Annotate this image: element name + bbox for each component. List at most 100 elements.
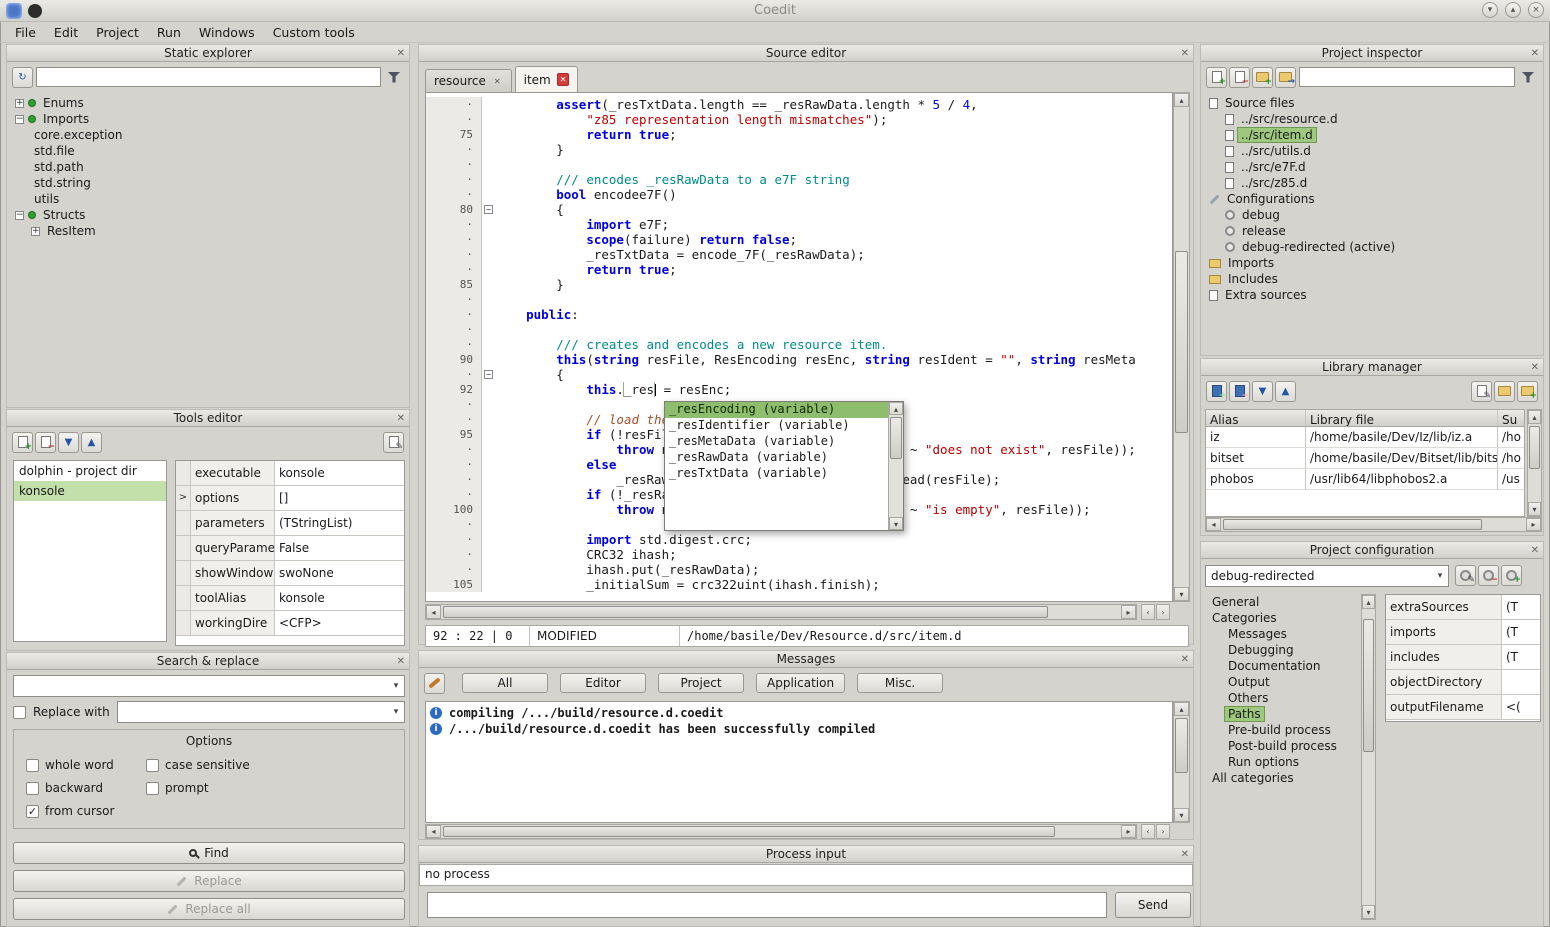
edit-config-icon[interactable]: ✎ xyxy=(1455,565,1476,586)
code-line[interactable]: · xyxy=(426,157,1172,172)
project-tree-item[interactable]: Configurations xyxy=(1205,191,1539,207)
property-value[interactable]: konsole xyxy=(275,461,404,485)
code-line[interactable]: · } xyxy=(426,142,1172,157)
config-category-item[interactable]: Documentation xyxy=(1205,658,1359,674)
scroll-down-icon[interactable]: ▾ xyxy=(889,517,903,530)
message-row[interactable]: icompiling /.../build/resource.d.coedit xyxy=(426,705,1172,721)
move-down-icon[interactable]: ▼ xyxy=(58,432,79,453)
project-tree-item[interactable]: ../src/item.d xyxy=(1205,127,1539,143)
add-source-file-icon[interactable]: + xyxy=(1206,67,1227,88)
filter-application[interactable]: Application xyxy=(756,673,845,693)
property-row[interactable]: includes(T xyxy=(1386,645,1540,670)
property-row[interactable]: objectDirectory xyxy=(1386,670,1540,695)
process-input-header[interactable]: Process input ✕ xyxy=(419,846,1193,863)
checked-checkbox-icon[interactable]: ✓ xyxy=(26,805,39,818)
filter-icon[interactable] xyxy=(1518,67,1538,87)
property-value[interactable]: False xyxy=(275,536,404,560)
scrollbar-thumb[interactable] xyxy=(1223,519,1482,530)
remove-config-icon[interactable]: − xyxy=(1478,565,1499,586)
code-line[interactable]: 80− { xyxy=(426,202,1172,217)
messages-vertical-scrollbar[interactable]: ▴ ▾ xyxy=(1173,701,1190,823)
config-selector[interactable]: debug-redirected ▾ xyxy=(1205,565,1449,587)
property-value[interactable]: (T xyxy=(1502,620,1540,644)
code-line[interactable]: · CRC32 ihash; xyxy=(426,547,1172,562)
close-panel-icon[interactable]: ✕ xyxy=(1531,543,1539,559)
message-row[interactable]: i/.../build/resource.d.coedit has been s… xyxy=(426,721,1172,737)
project-filter-input[interactable] xyxy=(1299,67,1515,87)
config-vertical-scrollbar[interactable]: ▴ ▾ xyxy=(1361,594,1376,920)
shade-window-icon[interactable]: ▾ xyxy=(1482,2,1498,18)
scrollbar-thumb[interactable] xyxy=(1363,619,1374,752)
code-line[interactable]: · public: xyxy=(426,307,1172,322)
scroll-tabs-right-icon[interactable]: › xyxy=(1156,604,1170,620)
completion-item[interactable]: _resIdentifier (variable) xyxy=(665,418,888,434)
replace-with-checkbox[interactable] xyxy=(13,706,26,719)
library-row[interactable]: phobos/usr/lib64/libphobos2.a/us xyxy=(1206,469,1524,490)
close-tab-icon[interactable]: ✕ xyxy=(492,76,503,87)
find-button[interactable]: Find xyxy=(13,842,405,864)
menu-custom-tools[interactable]: Custom tools xyxy=(264,23,364,42)
property-value[interactable]: <CFP> xyxy=(275,611,404,635)
fold-collapse-icon[interactable]: − xyxy=(484,370,493,379)
option-from-cursor[interactable]: ✓from cursor xyxy=(26,804,146,818)
scroll-down-icon[interactable]: ▾ xyxy=(1174,808,1189,822)
replace-button[interactable]: Replace xyxy=(13,870,405,892)
config-category-item[interactable]: Output xyxy=(1205,674,1359,690)
static-explorer-header[interactable]: Static explorer ✕ xyxy=(7,45,409,62)
config-category-item[interactable]: Post-build process xyxy=(1205,738,1359,754)
remove-tool-icon[interactable]: − xyxy=(35,432,56,453)
library-horizontal-scrollbar[interactable]: ◂ ▸ xyxy=(1205,517,1542,532)
fold-margin[interactable]: − xyxy=(482,202,496,217)
completion-item[interactable]: _resEncoding (variable) xyxy=(665,402,888,418)
messages-horizontal-scrollbar[interactable]: ◂ ▸ xyxy=(425,824,1137,839)
project-inspector-header[interactable]: Project inspector ✕ xyxy=(1201,45,1543,62)
code-line[interactable]: 75 return true; xyxy=(426,127,1172,142)
scrollbar-thumb[interactable] xyxy=(443,606,1048,618)
column-header-alias[interactable]: Alias xyxy=(1206,410,1306,426)
scrollbar-thumb[interactable] xyxy=(443,826,1055,837)
code-line[interactable]: · import e7F; xyxy=(426,217,1172,232)
library-manager-header[interactable]: Library manager ✕ xyxy=(1201,359,1543,376)
config-category-item[interactable]: Pre-build process xyxy=(1205,722,1359,738)
scroll-right-icon[interactable]: ▸ xyxy=(1121,605,1136,619)
remove-library-icon[interactable]: − xyxy=(1229,381,1250,402)
library-row[interactable]: bitset/home/basile/Dev/Bitset/lib/bitse/… xyxy=(1206,448,1524,469)
scroll-right-icon[interactable]: ▸ xyxy=(1121,825,1136,838)
close-panel-icon[interactable]: ✕ xyxy=(397,46,405,62)
scroll-down-icon[interactable]: ▾ xyxy=(1174,587,1189,601)
collapse-icon[interactable]: − xyxy=(15,115,24,124)
option-case-sensitive[interactable]: case sensitive xyxy=(146,758,392,772)
completion-item[interactable]: _resRawData (variable) xyxy=(665,450,888,466)
filter-editor[interactable]: Editor xyxy=(560,673,646,693)
code-line[interactable]: · xyxy=(426,322,1172,337)
config-category-item[interactable]: Paths xyxy=(1205,706,1359,722)
column-header-library-file[interactable]: Library file xyxy=(1306,410,1498,426)
scroll-right-icon[interactable]: › xyxy=(1156,824,1170,839)
move-down-icon[interactable]: ▼ xyxy=(1252,381,1273,402)
process-command-input[interactable] xyxy=(427,892,1107,918)
scrollbar-thumb[interactable] xyxy=(1529,426,1540,469)
symbol-tree-item[interactable]: utils xyxy=(11,191,405,207)
project-tree-item[interactable]: ../src/e7F.d xyxy=(1205,159,1539,175)
scrollbar-thumb[interactable] xyxy=(1175,251,1188,433)
scrollbar-thumb[interactable] xyxy=(890,417,902,459)
tools-editor-header[interactable]: Tools editor ✕ xyxy=(7,410,409,427)
property-value[interactable]: <( xyxy=(1502,695,1540,719)
config-category-item[interactable]: Debugging xyxy=(1205,642,1359,658)
library-vertical-scrollbar[interactable]: ▴ ▾ xyxy=(1527,409,1542,517)
scroll-tabs-left-icon[interactable]: ‹ xyxy=(1141,604,1155,620)
replace-all-button[interactable]: Replace all xyxy=(13,898,405,920)
titlebar[interactable]: Coedit ▾▴× xyxy=(0,0,1550,22)
messages-header[interactable]: Messages ✕ xyxy=(419,651,1193,668)
property-row[interactable]: >options[] xyxy=(176,486,404,511)
add-folder-icon[interactable]: + xyxy=(1252,67,1273,88)
property-value[interactable]: (TStringList) xyxy=(275,511,404,535)
menu-edit[interactable]: Edit xyxy=(45,23,87,42)
editor-vertical-scrollbar[interactable]: ▴ ▾ xyxy=(1173,92,1190,602)
edit-library-icon[interactable]: ✎ xyxy=(1471,381,1492,402)
property-row[interactable]: executablekonsole xyxy=(176,461,404,486)
collapse-icon[interactable]: − xyxy=(15,211,24,220)
unchecked-checkbox-icon[interactable] xyxy=(26,759,39,772)
code-line[interactable]: 90 this(string resFile, ResEncoding resE… xyxy=(426,352,1172,367)
tab-item[interactable]: item✕ xyxy=(515,66,579,92)
